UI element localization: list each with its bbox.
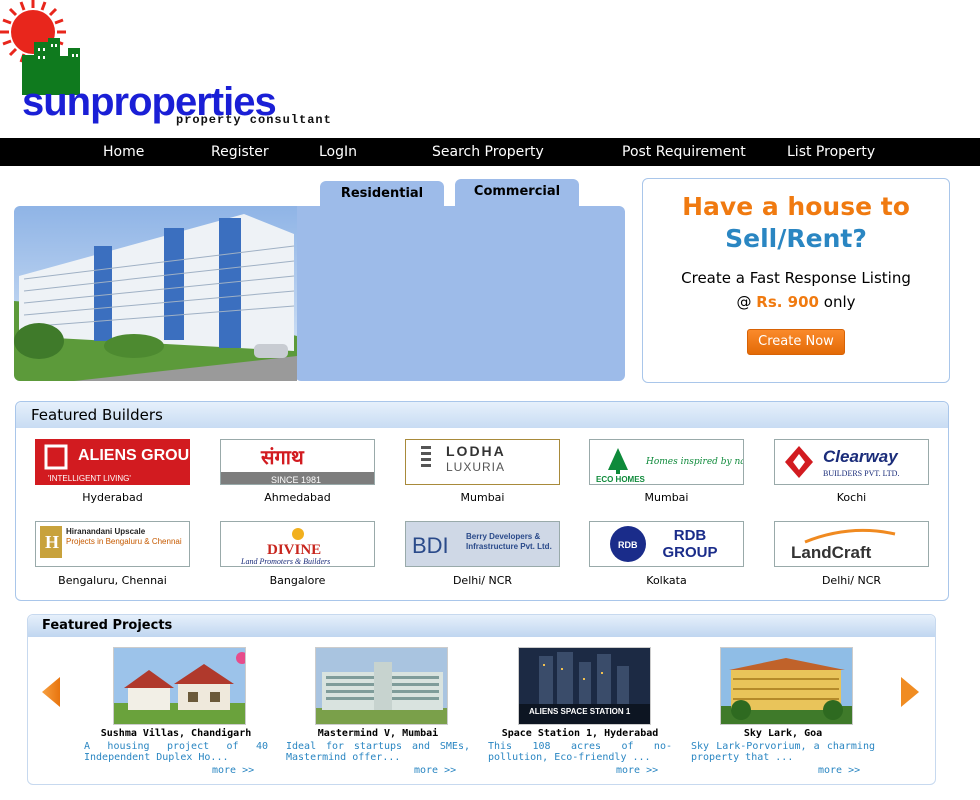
builder-city: Kolkata xyxy=(646,574,687,587)
bdi-logo-sub: Berry Developers & Infrastructure Pvt. L… xyxy=(466,532,552,551)
project-image-sushma[interactable] xyxy=(113,647,246,725)
project-more-link[interactable]: more >> xyxy=(414,765,456,776)
listing-text: Create a Fast Response Listing xyxy=(681,269,911,287)
tab-residential[interactable]: Residential xyxy=(320,181,444,211)
projects-heading: Featured Projects xyxy=(28,615,935,637)
builders-heading: Featured Builders xyxy=(16,402,948,428)
builder-logo-landcraft[interactable]: LandCraft xyxy=(774,521,929,567)
svg-text:H: H xyxy=(45,532,59,552)
sell-rent-box: Have a house to Sell/Rent? Create a Fast… xyxy=(642,178,950,383)
builder-city: Bengaluru, Chennai xyxy=(58,574,167,587)
divine-logo-sub: Land Promoters & Builders xyxy=(240,557,330,566)
builder-city: Delhi/ NCR xyxy=(452,574,513,587)
builder-logo-lodha[interactable]: LODHA LUXURIA xyxy=(405,439,560,485)
divine-logo-text: DIVINE xyxy=(267,542,321,558)
project-title[interactable]: Sky Lark, Goa xyxy=(683,728,883,740)
builder-logo-sangath[interactable]: संगाथ SINCE 1981 xyxy=(220,439,375,485)
project-more-link[interactable]: more >> xyxy=(616,765,658,776)
builder-logo-hiranandani[interactable]: H Hiranandani Upscale Projects in Bengal… xyxy=(35,521,190,567)
builder-city: Hyderabad xyxy=(82,491,143,504)
rdb-logo-text: RDB GROUP xyxy=(662,527,718,561)
carousel-next-icon[interactable] xyxy=(900,676,920,708)
eco-logo-text: ECO HOMES xyxy=(596,475,646,484)
nav-login[interactable]: LogIn xyxy=(319,143,357,161)
project-title[interactable]: Sushma Villas, Chandigarh xyxy=(76,728,276,740)
brand-tagline: property consultant xyxy=(176,113,332,127)
create-now-button[interactable]: Create Now xyxy=(747,329,845,355)
builder-logo-eco-homes[interactable]: ECO HOMES Homes inspired by nature... xyxy=(589,439,744,485)
project-image-space-station[interactable]: ALIENS SPACE STATION 1 xyxy=(518,647,651,725)
sell-heading-1: Have a house to xyxy=(682,192,910,221)
tab-commercial[interactable]: Commercial xyxy=(455,179,579,209)
hiranandani-logo-text: Hiranandani Upscale xyxy=(66,527,146,536)
project-image-sky-lark[interactable] xyxy=(720,647,853,725)
hero-building-image xyxy=(14,206,297,381)
rdb-logo-sub: RDB xyxy=(618,540,638,550)
eco-logo-sub: Homes inspired by nature... xyxy=(645,457,744,467)
carousel-prev-icon[interactable] xyxy=(41,676,61,708)
sangath-logo-text: संगाथ xyxy=(260,445,305,469)
svg-text:ALIENS SPACE STATION 1: ALIENS SPACE STATION 1 xyxy=(529,707,631,716)
sell-description: Create a Fast Response Listing @ Rs. 900… xyxy=(643,266,949,314)
builder-city: Mumbai xyxy=(644,491,689,504)
project-title[interactable]: Space Station 1, Hyderabad xyxy=(480,728,680,740)
aliens-logo-sub: 'INTELLIGENT LIVING' xyxy=(48,474,131,483)
project-title[interactable]: Mastermind V, Mumbai xyxy=(278,728,478,740)
nav-list-property[interactable]: List Property xyxy=(787,143,875,161)
builder-city: Delhi/ NCR xyxy=(821,574,882,587)
builder-logo-bdi[interactable]: BDI Berry Developers & Infrastructure Pv… xyxy=(405,521,560,567)
builder-logo-divine[interactable]: DIVINE Land Promoters & Builders xyxy=(220,521,375,567)
aliens-logo-text: ALIENS GROUP xyxy=(78,447,190,464)
hiranandani-logo-sub: Projects in Bengaluru & Chennai xyxy=(66,537,182,546)
builder-city: Ahmedabad xyxy=(264,491,331,504)
builder-city: Mumbai xyxy=(460,491,505,504)
price-value: Rs. 900 xyxy=(756,293,819,311)
project-more-link[interactable]: more >> xyxy=(818,765,860,776)
landcraft-logo-text: LandCraft xyxy=(791,543,872,562)
price-line: @ Rs. 900 only xyxy=(643,290,949,314)
search-panel xyxy=(295,206,625,381)
nav-home[interactable]: Home xyxy=(103,143,144,161)
bdi-logo-text: BDI xyxy=(412,533,449,558)
only-text: only xyxy=(823,293,856,311)
sangath-logo-sub: SINCE 1981 xyxy=(271,475,321,485)
builder-logo-clearway[interactable]: Clearway BUILDERS PVT. LTD. xyxy=(774,439,929,485)
sell-heading-2: Sell/Rent? xyxy=(725,224,867,253)
builder-city: Bangalore xyxy=(269,574,326,587)
main-nav: Home Register LogIn Search Property Post… xyxy=(0,138,980,166)
site-logo[interactable]: sunproperties property consultant xyxy=(0,0,340,135)
project-description: This 108 acres of no-pollution, Eco-frie… xyxy=(488,741,672,763)
nav-register[interactable]: Register xyxy=(211,143,269,161)
builder-logo-rdb[interactable]: RDB RDB GROUP xyxy=(589,521,744,567)
builder-city: Kochi xyxy=(836,491,867,504)
lodha-logo-sub: LUXURIA xyxy=(446,460,505,474)
nav-post-requirement[interactable]: Post Requirement xyxy=(622,143,746,161)
lodha-logo-text: LODHA xyxy=(446,443,506,459)
project-image-mastermind[interactable] xyxy=(315,647,448,725)
clearway-logo-text: Clearway xyxy=(823,447,899,466)
project-description: Sky Lark-Porvorium, a charming property … xyxy=(691,741,875,763)
clearway-logo-sub: BUILDERS PVT. LTD. xyxy=(823,469,899,478)
builder-logo-aliens[interactable]: ALIENS GROUP 'INTELLIGENT LIVING' xyxy=(35,439,190,485)
at-sign: @ xyxy=(736,293,752,311)
nav-search-property[interactable]: Search Property xyxy=(432,143,544,161)
project-description: Ideal for startups and SMEs, Mastermind … xyxy=(286,741,470,763)
project-description: A housing project of 40 Independent Dupl… xyxy=(84,741,268,763)
project-more-link[interactable]: more >> xyxy=(212,765,254,776)
